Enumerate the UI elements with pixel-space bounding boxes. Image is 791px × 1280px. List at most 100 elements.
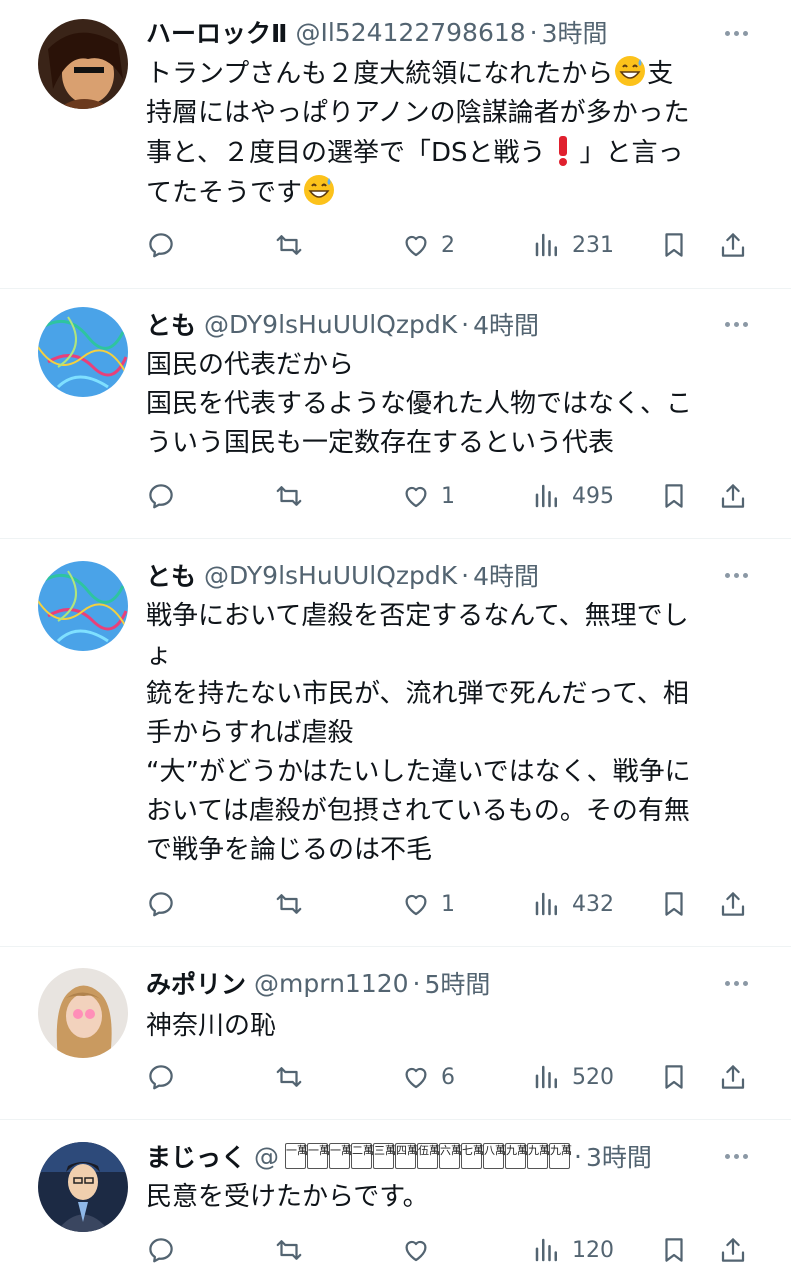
display-name[interactable]: みポリン [146,965,246,1001]
like-icon [405,894,427,916]
share-icon [721,1238,745,1262]
mahjong-tile: 九萬 [505,1143,528,1169]
separator-dot: · [574,1141,582,1171]
views-button[interactable]: 231 [532,225,614,265]
like-button[interactable] [401,1230,431,1270]
like-count: 1 [441,891,455,917]
like-count: 6 [441,1064,455,1090]
separator-dot: · [461,309,470,339]
more-options-button[interactable] [721,560,751,590]
retweet-icon [276,486,302,506]
tweet-header: みポリン @mprn1120 · 5時間 [146,965,751,1001]
user-handle[interactable]: @mprn1120 [254,969,409,998]
divider [0,538,791,539]
bookmark-icon [665,484,683,508]
share-button[interactable] [718,1057,748,1097]
mahjong-tile: 伍萬 [417,1143,440,1169]
grinning-sweat-emoji [613,54,647,88]
grinning-sweat-emoji [302,173,336,207]
reply-button[interactable] [146,476,176,516]
retweet-button[interactable] [274,1057,304,1097]
tweet-text: トランプさんも２度大統領になれたから支 持層にはやっぱりアノンの陰謀論者が多かっ… [146,54,751,213]
bookmark-button[interactable] [659,884,689,924]
mahjong-tile: 二萬 [351,1143,374,1169]
mahjong-tile: 一萬 [329,1143,352,1169]
views-button[interactable]: 432 [532,884,614,924]
views-button[interactable]: 520 [532,1057,614,1097]
share-icon [721,233,745,257]
reply-icon [149,484,173,509]
more-options-button[interactable] [721,18,751,48]
like-button[interactable]: 2 [401,225,455,265]
bookmark-button[interactable] [659,1230,689,1270]
retweet-button[interactable] [274,476,304,516]
retweet-button[interactable] [274,225,304,265]
display-name[interactable]: まじっく [146,1138,246,1174]
display-name[interactable]: とも [146,557,196,593]
views-icon [535,1065,557,1089]
divider [0,946,791,947]
timestamp[interactable]: 3時間 [586,1138,652,1174]
views-icon [535,1238,557,1262]
reply-button[interactable] [146,884,176,924]
like-button[interactable]: 1 [401,884,455,924]
timestamp[interactable]: 3時間 [542,14,608,50]
bookmark-button[interactable] [659,1057,689,1097]
retweet-button[interactable] [274,884,304,924]
more-options-button[interactable] [721,309,751,339]
share-button[interactable] [718,1230,748,1270]
avatar[interactable] [38,1142,128,1232]
more-icon [724,572,730,578]
user-handle[interactable]: @DY9lsHuUUlQzpdK [204,561,457,590]
mahjong-tile: 一萬 [285,1143,308,1169]
tweet-text: 神奈川の恥 [146,1011,277,1041]
views-button[interactable]: 495 [532,476,614,516]
tweet-text: 国民の代表だから 国民を代表するような優れた人物ではなく、こ ういう国民も一定数… [146,350,693,458]
avatar[interactable] [38,561,128,651]
display-name[interactable]: とも [146,306,196,342]
like-count: 2 [441,232,455,258]
mahjong-tile: 七萬 [461,1143,484,1169]
reply-button[interactable] [146,225,176,265]
separator-dot: · [461,560,470,590]
avatar[interactable] [38,968,128,1058]
divider [0,1119,791,1120]
views-icon [535,484,557,508]
share-button[interactable] [718,884,748,924]
user-handle[interactable]: @ [254,1142,279,1171]
user-handle[interactable]: @DY9lsHuUUlQzpdK [204,310,457,339]
tweet-actions: 2 231 [146,225,751,265]
reply-button[interactable] [146,1230,176,1270]
display-name[interactable]: ハーロックⅡ [146,14,287,50]
like-button[interactable]: 6 [401,1057,455,1097]
mahjong-tile: 九萬 [527,1143,550,1169]
views-button[interactable]: 120 [532,1230,614,1270]
bookmark-button[interactable] [659,476,689,516]
retweet-icon [276,894,302,914]
divider [0,288,791,289]
user-handle[interactable]: @Il524122798618 [295,18,525,47]
avatar[interactable] [38,19,128,109]
like-icon [405,486,427,508]
like-button[interactable]: 1 [401,476,455,516]
share-button[interactable] [718,476,748,516]
tweet-header: まじっく @ 一萬 一萬 一萬 二萬 三萬 四萬 伍萬 六萬 七萬 八萬 九萬 九萬 九萬 · 3時間 [146,1138,751,1174]
mahjong-tile: 九萬 [549,1143,572,1169]
avatar[interactable] [38,307,128,397]
timestamp[interactable]: 5時間 [425,965,491,1001]
more-options-button[interactable] [721,968,751,998]
timestamp[interactable]: 4時間 [473,306,539,342]
retweet-button[interactable] [274,1230,304,1270]
views-icon [535,233,557,257]
bookmark-icon [665,233,683,257]
reply-button[interactable] [146,1057,176,1097]
tweet-actions: 1 495 [146,476,751,516]
more-options-button[interactable] [721,1141,751,1171]
share-button[interactable] [718,225,748,265]
separator-dot: · [529,17,538,47]
timestamp[interactable]: 4時間 [473,557,539,593]
mahjong-tile: 八萬 [483,1143,506,1169]
views-icon [535,892,557,916]
bookmark-icon [665,1238,683,1262]
bookmark-button[interactable] [659,225,689,265]
